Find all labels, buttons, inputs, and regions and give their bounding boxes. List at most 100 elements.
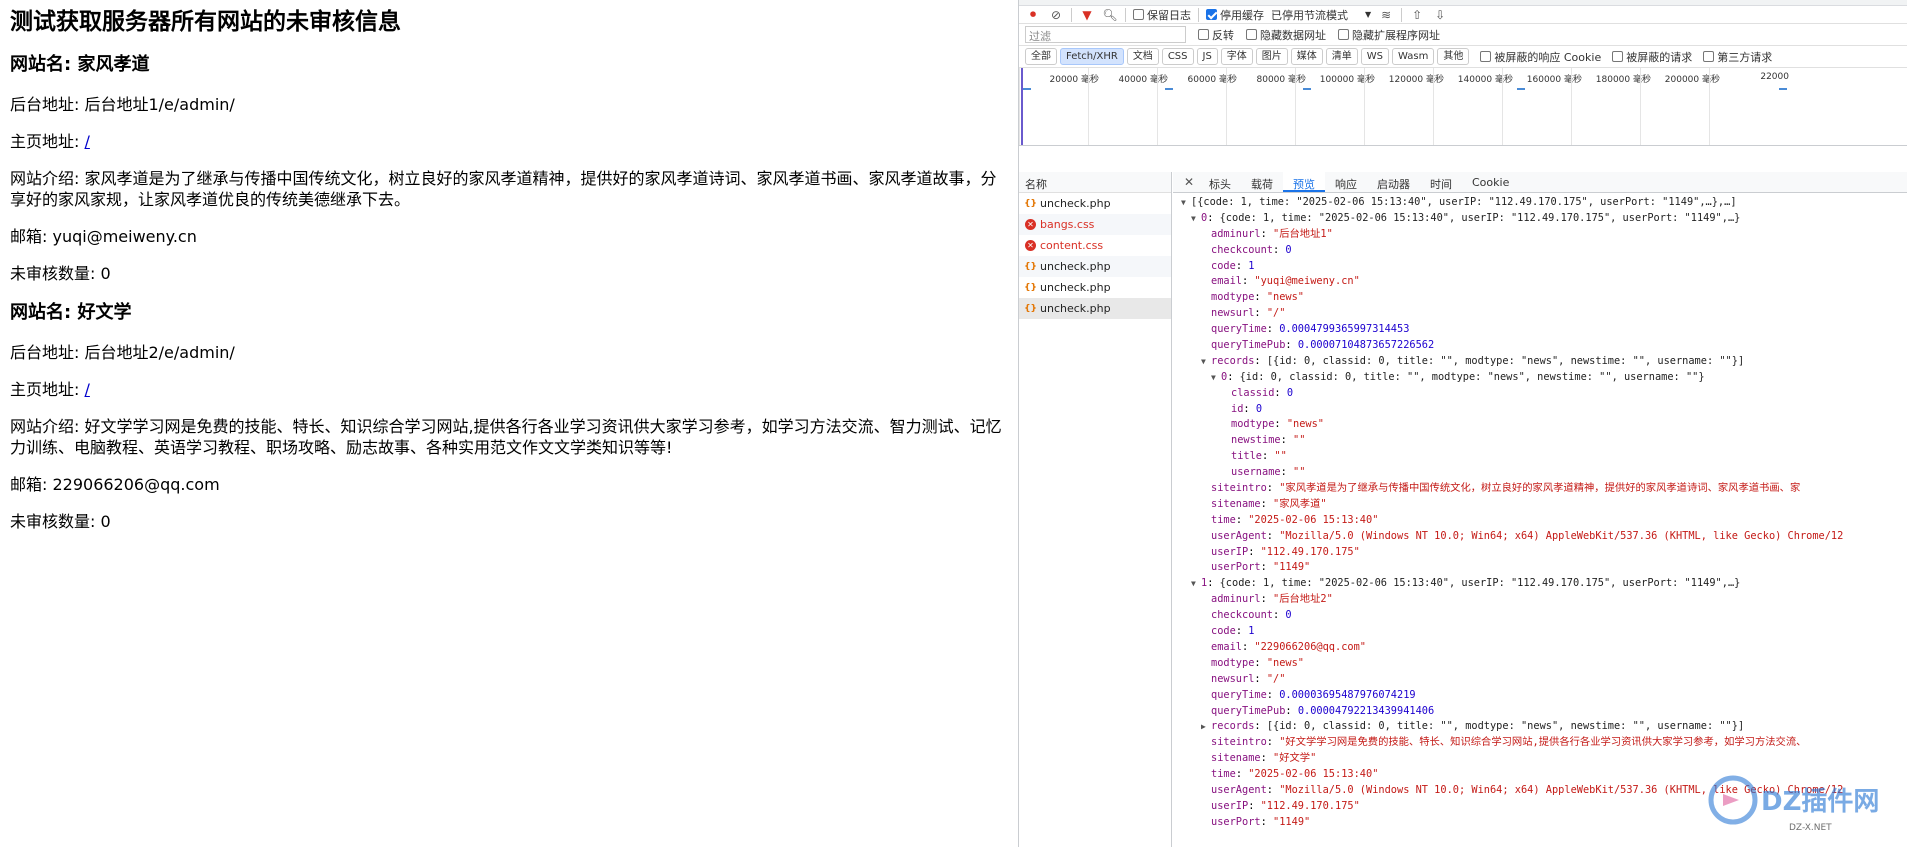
xhr-icon: {}	[1024, 261, 1037, 272]
json-value: [{code: 1, time: "2025-02-06 15:13:40", …	[1191, 196, 1737, 208]
json-value: "家风孝道是为了继承与传播中国传统文化，树立良好的家风孝道精神，提供好的家风孝道…	[1279, 482, 1801, 495]
type-filter-chip[interactable]: 清单	[1325, 48, 1358, 65]
timeline-request-bar	[1023, 88, 1031, 90]
type-filter-chip[interactable]: 图片	[1255, 48, 1288, 65]
json-line: newsurl: "/"	[1211, 672, 1286, 685]
type-filter-chip[interactable]: WS	[1360, 48, 1390, 65]
json-key: userIP	[1211, 799, 1249, 812]
json-value: "112.49.170.175"	[1260, 799, 1360, 812]
type-filter-chip[interactable]: JS	[1196, 48, 1218, 65]
json-line[interactable]: ▶ records: [{id: 0, classid: 0, title: ""…	[1173, 719, 1907, 735]
json-key: modtype	[1231, 418, 1275, 431]
expand-toggle-icon[interactable]: ▼	[1201, 354, 1211, 370]
request-row[interactable]: {} uncheck.php	[1019, 256, 1171, 277]
type-filter-chip[interactable]: Wasm	[1392, 48, 1435, 65]
json-line: id: 0	[1231, 402, 1263, 415]
close-icon[interactable]: ✕	[1179, 172, 1199, 192]
watermark-url: DZ-X.NET	[1789, 823, 1832, 833]
json-key: sitename	[1211, 497, 1261, 510]
expand-toggle-icon[interactable]: ▼	[1181, 195, 1191, 211]
json-line: adminurl: "后台地址2"	[1211, 593, 1333, 606]
site-home: 主页地址: /	[10, 132, 90, 151]
expand-toggle-icon[interactable]: ▶	[1201, 719, 1211, 735]
xhr-icon: {}	[1024, 303, 1037, 314]
json-value: 0	[1285, 243, 1292, 256]
json-value: 1	[1248, 259, 1255, 272]
request-row[interactable]: {} uncheck.php	[1019, 298, 1171, 319]
search-icon[interactable]: 🔍︎	[1102, 7, 1118, 23]
site-home-link[interactable]: /	[84, 380, 89, 399]
record-icon[interactable]: ⏺	[1025, 7, 1041, 23]
page-content: 测试获取服务器所有网站的未审核信息 网站名: 家风孝道 后台地址: 后台地址1/…	[0, 0, 1018, 847]
hide-data-urls-checkbox[interactable]: 隐藏数据网址	[1246, 27, 1326, 43]
name-column-header[interactable]: 名称	[1019, 172, 1171, 193]
disable-cache-checkbox[interactable]: 停用缓存	[1206, 7, 1264, 23]
detail-tab[interactable]: 时间	[1420, 172, 1462, 192]
json-line: userPort: "1149"	[1211, 561, 1311, 574]
blocked-cookies-checkbox[interactable]: 被屏蔽的响应 Cookie	[1480, 49, 1601, 65]
json-line: adminurl: "后台地址1"	[1211, 227, 1333, 240]
json-value: "2025-02-06 15:13:40"	[1248, 768, 1379, 781]
network-overview-timeline[interactable]: 20000 毫秒 40000 毫秒 60000 毫秒 80000 毫秒 100000 毫…	[1019, 68, 1907, 146]
json-line[interactable]: ▼ [{code: 1, time: "2025-02-06 15:13:40",…	[1173, 195, 1907, 211]
expand-toggle-icon[interactable]: ▼	[1191, 211, 1201, 227]
detail-tab[interactable]: 标头	[1199, 172, 1241, 192]
export-icon[interactable]: ⇩	[1432, 7, 1448, 23]
timeline-request-bar	[1303, 88, 1311, 90]
type-filter-chip[interactable]: 其他	[1437, 48, 1470, 65]
json-line: userIP: "112.49.170.175"	[1211, 545, 1360, 558]
type-filter-chip[interactable]: 全部	[1025, 48, 1057, 65]
detail-tab[interactable]: 预览	[1283, 172, 1325, 192]
detail-tab[interactable]: Cookie	[1462, 172, 1519, 192]
type-filter-chip[interactable]: 媒体	[1290, 48, 1323, 65]
json-line[interactable]: ▼ 0: {code: 1, time: "2025-02-06 15:13:40…	[1173, 211, 1907, 227]
site-name: 网站名: 好文学	[10, 302, 132, 323]
import-icon[interactable]: ⇧	[1409, 7, 1425, 23]
request-row[interactable]: ✕ content.css	[1019, 235, 1171, 256]
detail-tab[interactable]: 载荷	[1241, 172, 1283, 192]
json-line[interactable]: ▼ 1: {code: 1, time: "2025-02-06 15:13:40…	[1173, 576, 1907, 592]
json-line: userAgent: "Mozilla/5.0 (Windows NT 10.0…	[1211, 529, 1844, 542]
json-line: username: ""	[1231, 466, 1306, 479]
request-row[interactable]: {} uncheck.php	[1019, 277, 1171, 298]
filter-row: 过滤 反转 隐藏数据网址 隐藏扩展程序网址	[1019, 24, 1907, 46]
expand-toggle-icon[interactable]: ▼	[1191, 576, 1201, 592]
detail-tab[interactable]: 响应	[1325, 172, 1367, 192]
json-line[interactable]: ▼ 0: {id: 0, classid: 0, title: "", modty…	[1173, 370, 1907, 386]
json-value: "1149"	[1273, 815, 1311, 828]
hide-extension-urls-checkbox[interactable]: 隐藏扩展程序网址	[1338, 27, 1440, 43]
json-key: newsurl	[1211, 672, 1255, 685]
type-filter-chip[interactable]: Fetch/XHR	[1060, 48, 1124, 65]
site-list: 网站名: 家风孝道 后台地址: 后台地址1/e/admin/ 主页地址: / 网…	[10, 52, 1008, 532]
xhr-icon: {}	[1024, 198, 1037, 209]
timeline-request-bar	[1779, 88, 1787, 90]
request-detail-pane: ✕ 标头 载荷 预览 响应 启动器 时间 Cookie ▼ [{code: 1, time: …	[1173, 172, 1907, 847]
network-conditions-icon[interactable]: ≋	[1378, 7, 1394, 23]
json-value: "后台地址2"	[1273, 593, 1333, 606]
throttle-select[interactable]: 已停用节流模式 ▼	[1271, 7, 1371, 23]
json-value: "好文学"	[1273, 752, 1317, 765]
watermark-logo: DZ插件网 DZ-X.NET	[1708, 775, 1879, 833]
expand-toggle-icon[interactable]: ▼	[1211, 370, 1221, 386]
blocked-requests-checkbox[interactable]: 被屏蔽的请求	[1612, 49, 1692, 65]
request-row[interactable]: ✕ bangs.css	[1019, 214, 1171, 235]
type-filter-chip[interactable]: CSS	[1161, 48, 1194, 65]
preserve-log-checkbox[interactable]: 保留日志	[1133, 7, 1191, 23]
json-key: siteintro	[1211, 482, 1267, 495]
third-party-checkbox[interactable]: 第三方请求	[1703, 49, 1772, 65]
request-row[interactable]: {} uncheck.php	[1019, 193, 1171, 214]
type-filter-chip[interactable]: 字体	[1220, 48, 1253, 65]
invert-checkbox[interactable]: 反转	[1198, 27, 1234, 43]
filter-icon[interactable]: ▼	[1079, 7, 1095, 23]
request-name: uncheck.php	[1040, 260, 1111, 273]
clear-icon[interactable]: ⊘	[1048, 7, 1064, 23]
json-line[interactable]: ▼ records: [{id: 0, classid: 0, title: ""…	[1173, 354, 1907, 370]
site-home-link[interactable]: /	[84, 132, 89, 151]
type-filter-chip[interactable]: 文档	[1126, 48, 1159, 65]
filter-input[interactable]: 过滤	[1025, 26, 1186, 43]
json-key: checkcount	[1211, 609, 1273, 622]
json-line: siteintro: "家风孝道是为了继承与传播中国传统文化，树立良好的家风孝道…	[1211, 482, 1801, 495]
json-value: {code: 1, time: "2025-02-06 15:13:40", u…	[1219, 577, 1741, 590]
detail-tab[interactable]: 启动器	[1367, 172, 1420, 192]
request-name: uncheck.php	[1040, 302, 1111, 315]
